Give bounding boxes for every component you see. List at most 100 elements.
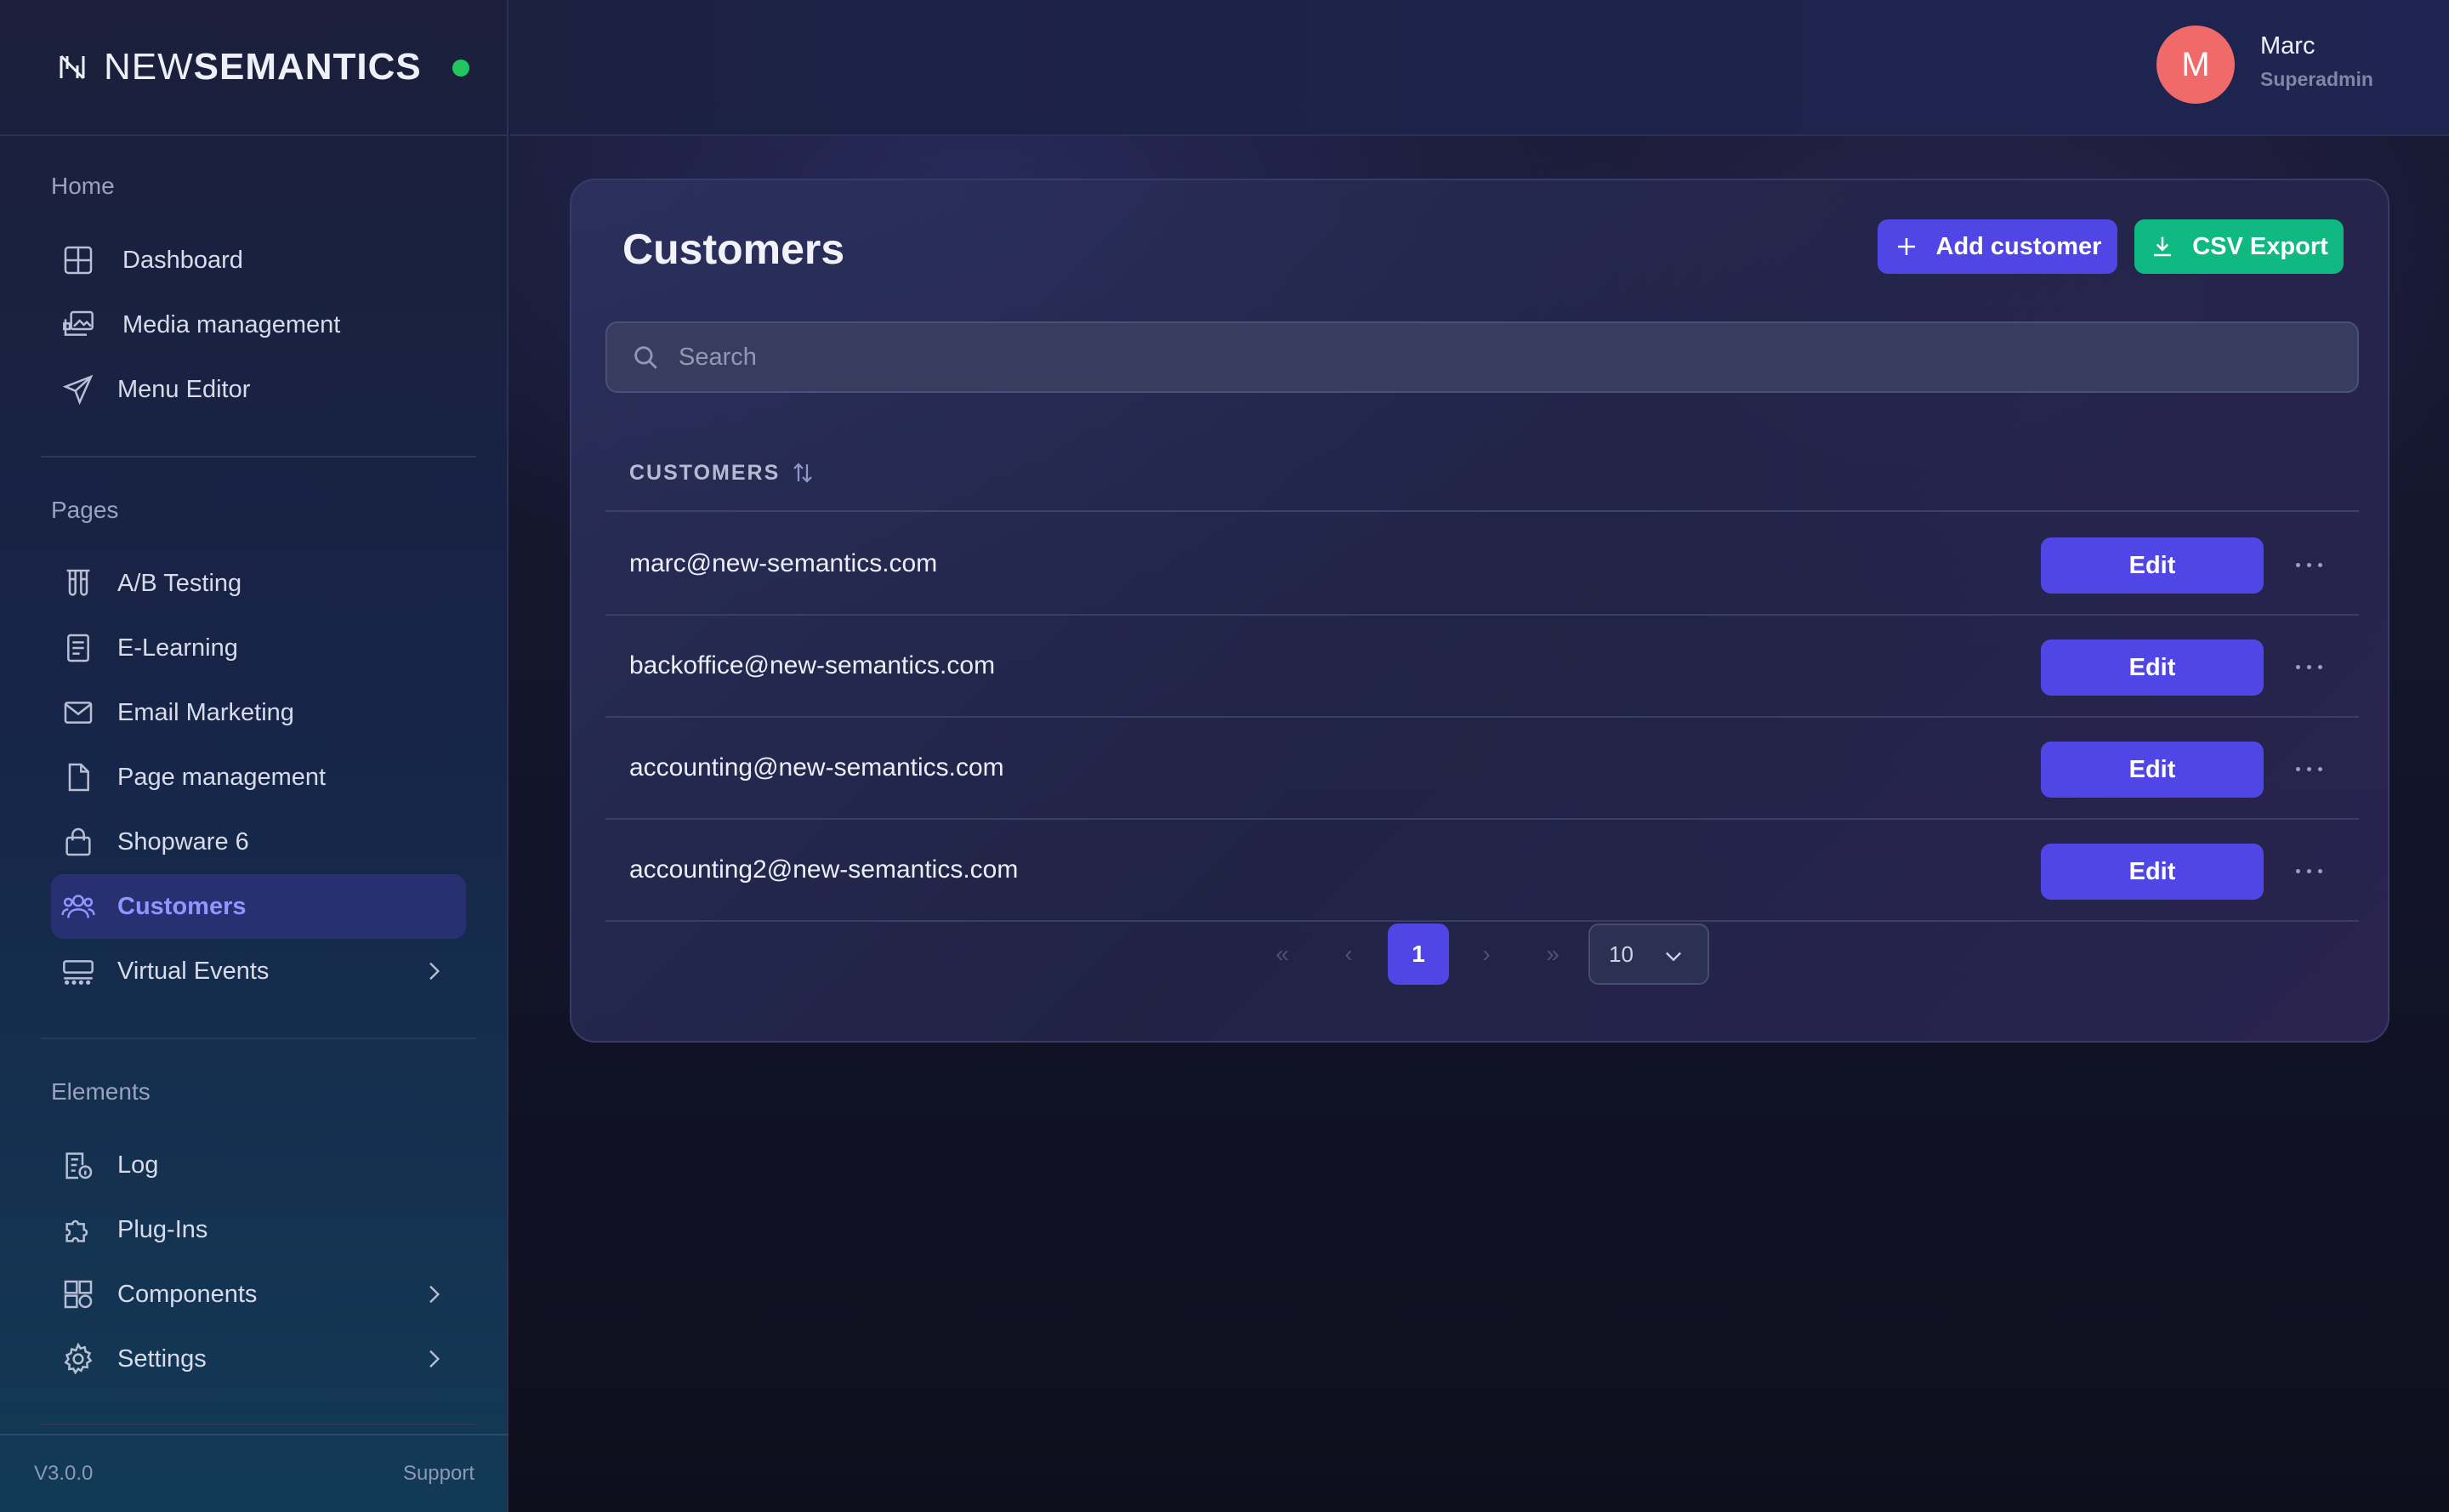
prev-page-button[interactable]: ‹	[1318, 924, 1379, 985]
sidebar-item-label: Customers	[117, 892, 247, 920]
page-size-value: 10	[1609, 941, 1634, 967]
section-title-home: Home	[51, 173, 115, 199]
page-title: Customers	[622, 225, 845, 273]
sidebar-item-media-management[interactable]: Media management	[51, 293, 466, 357]
sidebar-item-customers[interactable]: Customers	[51, 874, 466, 939]
events-icon	[60, 952, 97, 990]
edit-button[interactable]: Edit	[2041, 742, 2264, 798]
logo-icon	[60, 54, 85, 80]
search-icon	[634, 346, 657, 369]
sidebar-item-virtual-events[interactable]: Virtual Events	[51, 939, 466, 1003]
next-page-button[interactable]: ›	[1456, 924, 1517, 985]
avatar-initial: M	[2181, 45, 2210, 83]
page-size-select[interactable]: 10	[1588, 924, 1709, 985]
log-icon	[60, 1146, 97, 1184]
edit-button[interactable]: Edit	[2041, 537, 2264, 594]
sidebar-item-label: Menu Editor	[117, 375, 251, 403]
book-icon	[60, 629, 97, 667]
customer-email: accounting@new-semantics.com	[629, 753, 1004, 782]
brand-logo[interactable]: NEWSEMANTICS	[0, 0, 507, 136]
brand-name: NEWSEMANTICS	[104, 46, 422, 88]
more-options-icon[interactable]	[2287, 752, 2330, 786]
sidebar-item-label: Plug-Ins	[117, 1215, 208, 1243]
column-header-label: CUSTOMERS	[629, 460, 781, 485]
edit-button[interactable]: Edit	[2041, 639, 2264, 696]
test-tubes-icon	[60, 565, 97, 602]
user-role: Superadmin	[2260, 68, 2373, 90]
sidebar: NEWSEMANTICS Home Dashboard Media manage…	[0, 0, 509, 1512]
users-icon	[60, 888, 97, 925]
plus-icon	[1897, 238, 1915, 255]
sidebar-item-dashboard[interactable]: Dashboard	[51, 228, 466, 293]
more-options-icon[interactable]	[2287, 854, 2330, 888]
chevron-right-icon	[429, 1285, 440, 1304]
avatar[interactable]: M	[2156, 26, 2235, 104]
customer-email: marc@new-semantics.com	[629, 549, 938, 577]
chevron-down-icon	[1666, 952, 1681, 962]
more-options-icon[interactable]	[2287, 548, 2330, 582]
user-name[interactable]: Marc	[2260, 32, 2315, 60]
edit-button[interactable]: Edit	[2041, 844, 2264, 900]
sort-icon[interactable]	[790, 460, 815, 486]
support-link[interactable]: Support	[403, 1462, 474, 1486]
sidebar-item-shopware-6[interactable]: Shopware 6	[51, 810, 466, 874]
search-field[interactable]	[605, 321, 2359, 393]
status-indicator	[452, 60, 469, 77]
sidebar-divider	[41, 1037, 476, 1039]
components-icon	[60, 1276, 97, 1313]
sidebar-item-label: Components	[117, 1280, 258, 1308]
search-input[interactable]	[679, 343, 2294, 372]
sidebar-item-label: Settings	[117, 1344, 207, 1373]
add-customer-label: Add customer	[1935, 232, 2102, 260]
sidebar-item-label: Virtual Events	[117, 957, 270, 985]
table-row: accounting@new-semantics.com Edit	[605, 718, 2359, 820]
chevron-right-icon	[429, 962, 440, 981]
sidebar-item-components[interactable]: Components	[51, 1262, 466, 1327]
add-customer-button[interactable]: Add customer	[1878, 219, 2117, 274]
column-header-customers[interactable]: CUSTOMERS	[605, 435, 2359, 512]
table-row: backoffice@new-semantics.com Edit	[605, 616, 2359, 718]
table-row: accounting2@new-semantics.com Edit	[605, 820, 2359, 922]
section-title-elements: Elements	[51, 1078, 151, 1105]
sidebar-item-label: Dashboard	[122, 246, 243, 274]
sidebar-item-page-management[interactable]: Page management	[51, 745, 466, 810]
file-icon	[60, 759, 97, 796]
sidebar-item-label: Shopware 6	[117, 827, 249, 855]
sidebar-item-label: A/B Testing	[117, 569, 242, 597]
version-label: V3.0.0	[34, 1462, 94, 1485]
send-icon	[60, 371, 97, 408]
puzzle-icon	[60, 1211, 97, 1248]
csv-export-label: CSV Export	[2192, 232, 2328, 260]
sidebar-item-plug-ins[interactable]: Plug-Ins	[51, 1197, 466, 1262]
sidebar-item-settings[interactable]: Settings	[51, 1327, 466, 1391]
sidebar-divider	[41, 1424, 476, 1425]
mail-icon	[60, 694, 97, 731]
csv-export-button[interactable]: CSV Export	[2134, 219, 2344, 274]
sidebar-item-label: Email Marketing	[117, 698, 294, 726]
table-row: marc@new-semantics.com Edit	[605, 514, 2359, 616]
more-options-icon[interactable]	[2287, 650, 2330, 684]
sidebar-item-label: Page management	[117, 763, 327, 791]
last-page-button[interactable]: »	[1522, 924, 1583, 985]
sidebar-divider	[41, 456, 476, 458]
download-icon	[2154, 236, 2172, 257]
page-1-button[interactable]: 1	[1388, 924, 1449, 985]
gear-icon	[60, 1340, 97, 1378]
sidebar-item-e-learning[interactable]: E-Learning	[51, 616, 466, 680]
first-page-button[interactable]: «	[1252, 924, 1313, 985]
sidebar-item-label: E-Learning	[117, 634, 238, 662]
section-title-pages: Pages	[51, 497, 119, 523]
shopping-bag-icon	[60, 823, 97, 861]
sidebar-item-email-marketing[interactable]: Email Marketing	[51, 680, 466, 745]
chevron-right-icon	[429, 1350, 440, 1368]
sidebar-item-log[interactable]: Log	[51, 1133, 466, 1197]
customer-email: backoffice@new-semantics.com	[629, 651, 996, 679]
customer-email: accounting2@new-semantics.com	[629, 855, 1019, 884]
images-icon	[60, 306, 97, 344]
sidebar-item-label: Media management	[122, 310, 341, 338]
sidebar-item-ab-testing[interactable]: A/B Testing	[51, 551, 466, 616]
sidebar-item-label: Log	[117, 1151, 159, 1179]
app-root: NEWSEMANTICS Home Dashboard Media manage…	[0, 0, 2449, 1512]
grid-icon	[60, 242, 97, 279]
sidebar-item-menu-editor[interactable]: Menu Editor	[51, 357, 466, 422]
